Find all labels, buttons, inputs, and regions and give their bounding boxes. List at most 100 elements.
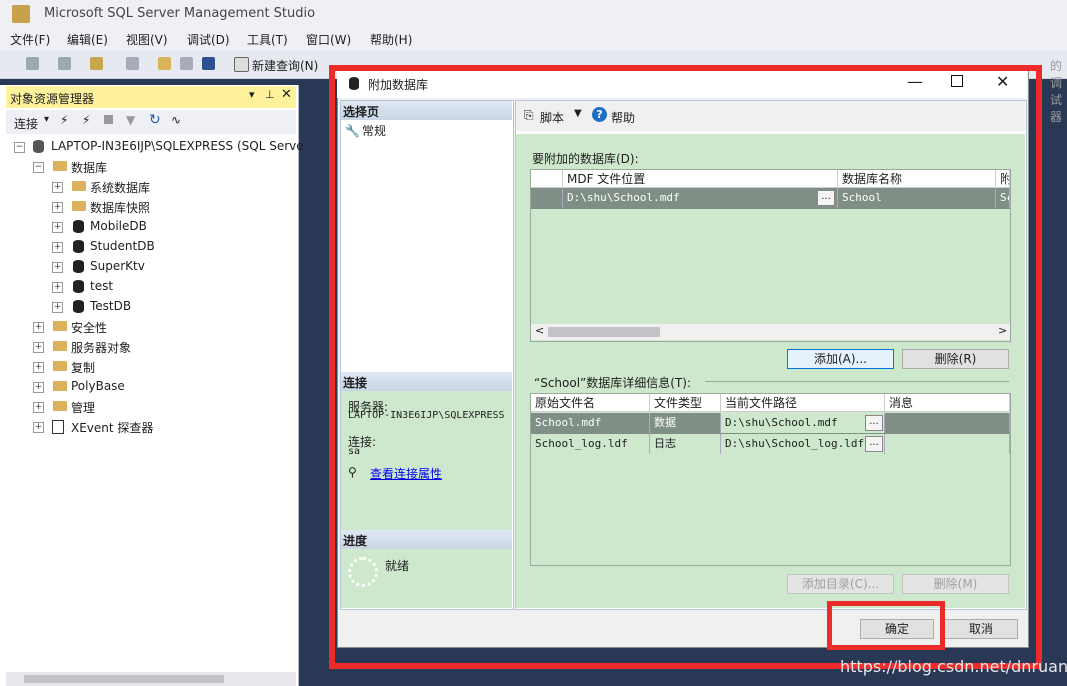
menu-bar: 文件(F) 编辑(E) 视图(V) 调试(D) 工具(T) 窗口(W) 帮助(H… bbox=[0, 28, 1067, 50]
expand-icon[interactable]: + bbox=[33, 362, 44, 373]
tree-label: 数据库快照 bbox=[90, 201, 151, 215]
dialog-highlight-box bbox=[329, 65, 1042, 669]
tree-label: 管理 bbox=[71, 401, 96, 415]
folder-icon bbox=[53, 381, 67, 391]
tree-label: test bbox=[90, 279, 114, 293]
toolbar-debugger-text: 的调试器 bbox=[1050, 59, 1063, 124]
object-explorer-scrollbar[interactable] bbox=[6, 672, 296, 686]
tree-management-node[interactable]: + 管理 bbox=[33, 397, 273, 417]
menu-edit[interactable]: 编辑(E) bbox=[67, 31, 108, 48]
xevent-icon bbox=[52, 420, 64, 434]
tree-label: 系统数据库 bbox=[90, 181, 151, 195]
expand-icon[interactable]: + bbox=[33, 322, 44, 333]
menu-debug[interactable]: 调试(D) bbox=[187, 31, 230, 48]
folder-icon bbox=[53, 341, 67, 351]
database-icon bbox=[73, 280, 84, 293]
new-query-icon[interactable] bbox=[234, 57, 249, 72]
expand-icon[interactable]: + bbox=[52, 262, 63, 273]
tree-testdb-node[interactable]: + TestDB bbox=[52, 297, 252, 317]
folder-icon bbox=[72, 181, 86, 191]
object-explorer-header: 对象资源管理器 ▾ ⊥ ✕ bbox=[6, 86, 296, 108]
expand-icon[interactable]: + bbox=[52, 182, 63, 193]
menu-window[interactable]: 窗口(W) bbox=[306, 31, 351, 48]
tree-label: 数据库 bbox=[71, 161, 108, 175]
dropdown-icon[interactable]: ▾ bbox=[249, 88, 255, 101]
tree-polybase-node[interactable]: + PolyBase bbox=[33, 377, 273, 397]
activity-monitor-icon[interactable]: ∿ bbox=[171, 113, 181, 127]
expand-icon[interactable]: + bbox=[33, 422, 44, 433]
tree-label: 服务器对象 bbox=[71, 341, 132, 355]
collapse-icon[interactable]: − bbox=[33, 162, 44, 173]
menu-help[interactable]: 帮助(H) bbox=[370, 31, 412, 48]
close-icon[interactable]: ✕ bbox=[281, 87, 292, 102]
tree-label: 安全性 bbox=[71, 321, 108, 335]
new-project-icon[interactable] bbox=[90, 57, 103, 70]
forward-icon[interactable] bbox=[58, 57, 71, 70]
expand-icon[interactable]: + bbox=[33, 342, 44, 353]
refresh-icon[interactable]: ↻ bbox=[149, 112, 161, 128]
object-explorer-toolbar: 连接 ▾ ⚡ ⚡ ▼ ↻ ∿ bbox=[6, 110, 296, 134]
app-titlebar: Microsoft SQL Server Management Studio bbox=[0, 0, 1067, 28]
back-icon[interactable] bbox=[26, 57, 39, 70]
tree-databases-node[interactable]: − 数据库 bbox=[33, 157, 273, 177]
menu-view[interactable]: 视图(V) bbox=[126, 31, 168, 48]
tree-system-db-node[interactable]: + 系统数据库 bbox=[52, 177, 252, 197]
object-explorer-title: 对象资源管理器 bbox=[10, 92, 95, 106]
expand-icon[interactable]: + bbox=[52, 222, 63, 233]
tree-xevent-node[interactable]: + XEvent 探查器 bbox=[33, 417, 273, 437]
folder-icon bbox=[72, 201, 86, 211]
connect-plug-icon[interactable]: ⚡ bbox=[60, 113, 68, 127]
expand-icon[interactable]: + bbox=[52, 282, 63, 293]
server-icon bbox=[33, 140, 44, 153]
tree-label: PolyBase bbox=[71, 379, 125, 393]
folder-icon bbox=[53, 361, 67, 371]
tree-server-objects-node[interactable]: + 服务器对象 bbox=[33, 337, 273, 357]
tree-test-node[interactable]: + test bbox=[52, 277, 252, 297]
expand-icon[interactable]: + bbox=[33, 402, 44, 413]
tree-mobiledb-node[interactable]: + MobileDB bbox=[52, 217, 252, 237]
connect-button[interactable]: 连接 bbox=[14, 115, 38, 132]
pin-icon[interactable]: ⊥ bbox=[265, 88, 275, 101]
database-icon bbox=[73, 300, 84, 313]
tree-label: XEvent 探查器 bbox=[71, 421, 154, 435]
add-item-icon[interactable] bbox=[126, 57, 139, 70]
save-icon[interactable] bbox=[180, 57, 193, 70]
tree-server-node[interactable]: − LAPTOP-IN3E6IJP\SQLEXPRESS (SQL Serve bbox=[14, 137, 304, 157]
tree-studentdb-node[interactable]: + StudentDB bbox=[52, 237, 252, 257]
tree-label: LAPTOP-IN3E6IJP\SQLEXPRESS (SQL Serve bbox=[51, 139, 304, 153]
tree-label: TestDB bbox=[90, 299, 132, 313]
tree-superktv-node[interactable]: + SuperKtv bbox=[52, 257, 252, 277]
database-icon bbox=[73, 260, 84, 273]
menu-tools[interactable]: 工具(T) bbox=[247, 31, 288, 48]
open-file-icon[interactable] bbox=[158, 57, 171, 70]
tree-label: SuperKtv bbox=[90, 259, 145, 273]
filter-icon[interactable]: ▼ bbox=[126, 113, 135, 127]
tree-replication-node[interactable]: + 复制 bbox=[33, 357, 273, 377]
disconnect-icon[interactable]: ⚡ bbox=[82, 113, 90, 127]
folder-icon bbox=[53, 321, 67, 331]
tree-security-node[interactable]: + 安全性 bbox=[33, 317, 273, 337]
database-icon bbox=[73, 240, 84, 253]
folder-icon bbox=[53, 161, 67, 171]
app-title: Microsoft SQL Server Management Studio bbox=[44, 6, 316, 21]
tree-label: StudentDB bbox=[90, 239, 155, 253]
tree-label: MobileDB bbox=[90, 219, 147, 233]
database-icon bbox=[73, 220, 84, 233]
scrollbar-thumb[interactable] bbox=[24, 675, 224, 683]
expand-icon[interactable]: + bbox=[33, 382, 44, 393]
menu-file[interactable]: 文件(F) bbox=[10, 31, 50, 48]
stop-icon[interactable] bbox=[104, 115, 113, 124]
expand-icon[interactable]: + bbox=[52, 202, 63, 213]
watermark-text: https://blog.csdn.net/dnruanjian bbox=[840, 657, 1067, 676]
expand-icon[interactable]: + bbox=[52, 242, 63, 253]
new-query-button[interactable]: 新建查询(N) bbox=[252, 57, 318, 74]
tree-label: 复制 bbox=[71, 361, 96, 375]
ssms-logo-icon bbox=[12, 5, 30, 23]
folder-icon bbox=[53, 401, 67, 411]
save-all-icon[interactable] bbox=[202, 57, 215, 70]
expand-icon[interactable]: + bbox=[52, 302, 63, 313]
tree-db-snapshots-node[interactable]: + 数据库快照 bbox=[52, 197, 252, 217]
collapse-icon[interactable]: − bbox=[14, 142, 25, 153]
chevron-down-icon[interactable]: ▾ bbox=[44, 114, 49, 125]
ok-button-highlight-box bbox=[827, 601, 945, 650]
